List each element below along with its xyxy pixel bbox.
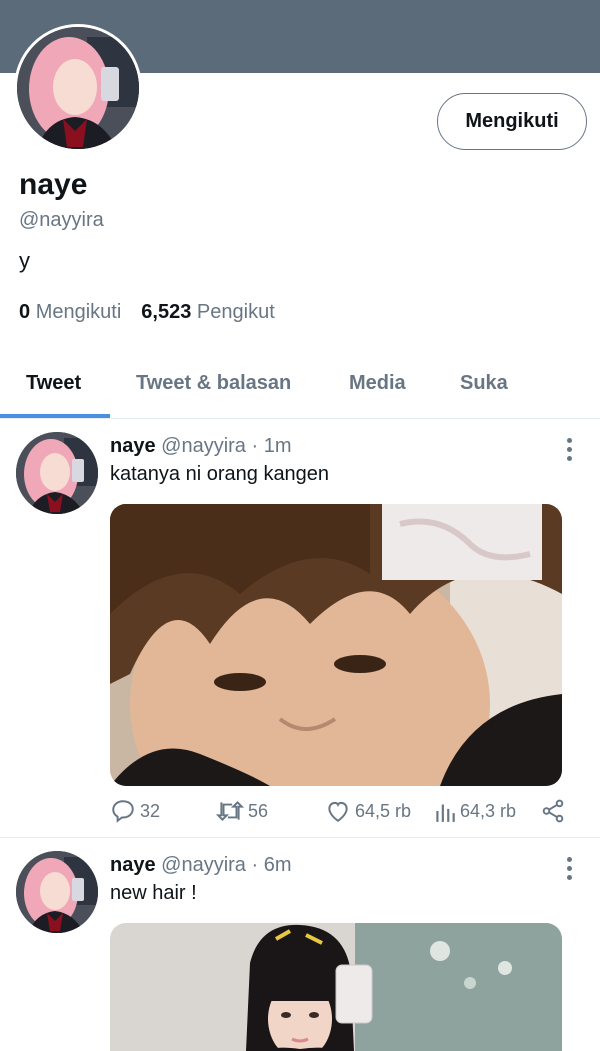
tweet-actions: 32 56 64,5 rb 64,3 rb xyxy=(110,798,570,828)
views-button[interactable]: 64,3 rb xyxy=(434,798,516,824)
like-icon xyxy=(328,801,348,822)
tweet-text: new hair ! xyxy=(110,882,197,904)
tweet-avatar[interactable] xyxy=(16,432,98,514)
like-button[interactable]: 64,5 rb xyxy=(325,798,411,824)
tab-media[interactable]: Media xyxy=(349,350,406,416)
profile-avatar[interactable] xyxy=(14,24,142,152)
profile-stats: 0 Mengikuti 6,523 Pengikut xyxy=(19,301,275,324)
reply-count: 32 xyxy=(140,800,161,821)
profile-handle: @nayyira xyxy=(19,209,104,231)
tweet-author-name[interactable]: naye xyxy=(110,854,156,876)
more-icon[interactable] xyxy=(562,855,576,881)
followers-stat[interactable]: 6,523 Pengikut xyxy=(141,301,274,324)
tab-tweet-replies[interactable]: Tweet & balasan xyxy=(136,350,291,416)
retweet-button[interactable]: 56 xyxy=(216,798,268,824)
tweet-divider xyxy=(0,837,600,838)
tabs-divider xyxy=(0,418,600,419)
share-button[interactable] xyxy=(540,798,566,824)
tweet-author-name[interactable]: naye xyxy=(110,435,156,457)
followers-count: 6,523 xyxy=(141,301,192,323)
reply-icon xyxy=(112,800,134,823)
profile-display-name: naye xyxy=(19,168,88,201)
share-icon xyxy=(542,799,564,823)
tweet-time: · 6m xyxy=(251,854,292,876)
retweet-icon xyxy=(216,801,244,821)
profile-bio: y xyxy=(19,248,30,273)
profile-tabs: Tweet Tweet & balasan Media Suka xyxy=(0,350,600,418)
tweet-media-photo[interactable] xyxy=(110,504,562,786)
views-icon xyxy=(436,804,455,822)
tweet-header: naye @nayyira · 1m xyxy=(110,435,292,458)
following-label: Mengikuti xyxy=(35,301,122,323)
following-count: 0 xyxy=(19,301,31,323)
tweet-text: katanya ni orang kangen xyxy=(110,463,330,485)
following-stat[interactable]: 0 Mengikuti xyxy=(19,301,121,324)
tweet-avatar[interactable] xyxy=(16,851,98,933)
tweet-header: naye @nayyira · 6m xyxy=(110,854,292,877)
retweet-count: 56 xyxy=(248,800,269,821)
tab-tweet[interactable]: Tweet xyxy=(26,350,81,416)
like-count: 64,5 rb xyxy=(355,800,412,821)
reply-button[interactable]: 32 xyxy=(110,798,160,824)
tweet-media-photo[interactable] xyxy=(110,923,562,1051)
followers-label: Pengikut xyxy=(196,301,275,323)
tweet-time: · 1m xyxy=(251,435,292,457)
tweet-author-handle: @nayyira xyxy=(161,435,246,457)
more-icon[interactable] xyxy=(562,436,576,462)
following-button[interactable]: Mengikuti xyxy=(437,93,587,150)
views-count: 64,3 rb xyxy=(460,800,517,821)
tweet-author-handle: @nayyira xyxy=(161,854,246,876)
tab-likes[interactable]: Suka xyxy=(460,350,508,416)
